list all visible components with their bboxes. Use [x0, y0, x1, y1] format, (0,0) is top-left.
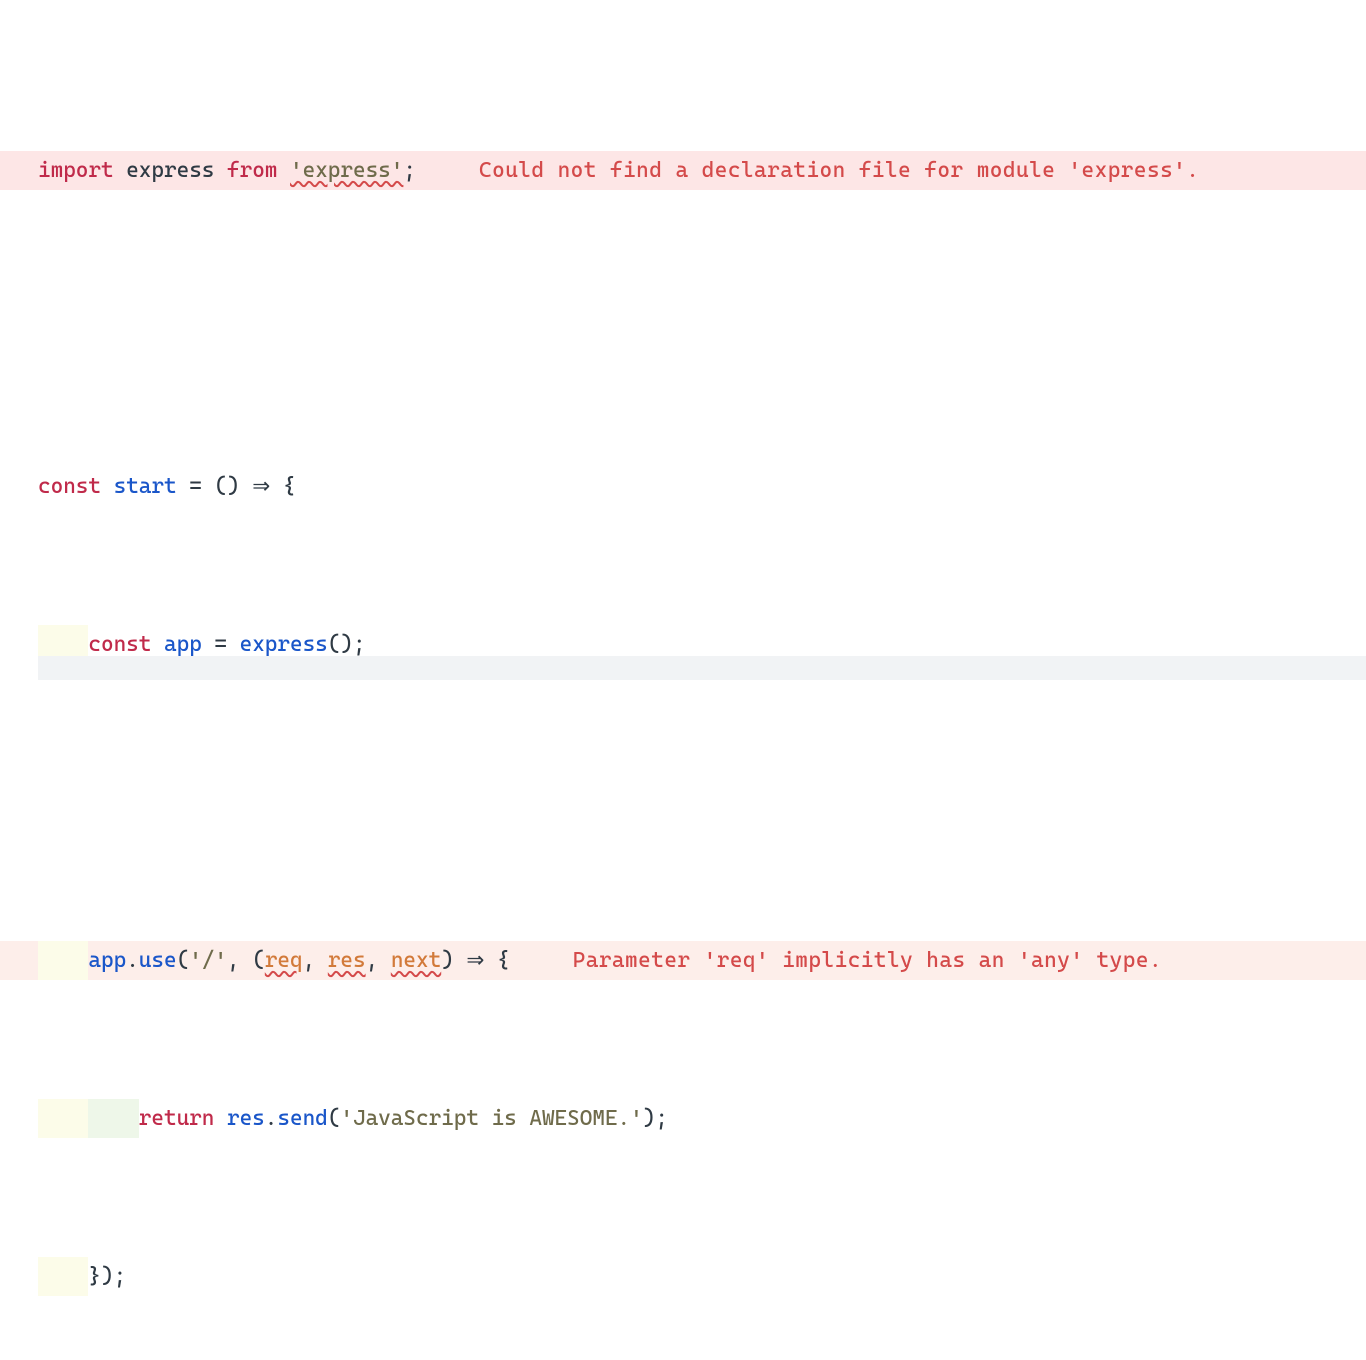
brace-open: {	[283, 474, 296, 499]
arrow: ⇒	[240, 474, 283, 499]
code-line: return res.send('JavaScript is AWESOME.'…	[38, 1099, 1366, 1139]
identifier-res: res	[227, 1106, 265, 1131]
identifier-app: app	[88, 948, 126, 973]
identifier-app: app	[164, 632, 202, 657]
code-editor[interactable]: import express from 'express'; Could not…	[0, 0, 1366, 1360]
keyword-import: import	[38, 158, 114, 183]
status-bar	[38, 656, 1366, 680]
error-message: Could not find a declaration file for mo…	[479, 158, 1199, 183]
method-use: use	[139, 948, 177, 973]
identifier-start: start	[114, 474, 177, 499]
param-req: req	[265, 948, 303, 973]
string-route: '/'	[189, 948, 227, 973]
keyword-return: return	[139, 1106, 215, 1131]
string-send-arg: 'JavaScript is AWESOME.'	[340, 1106, 642, 1131]
error-message: Parameter 'req' implicitly has an 'any' …	[573, 948, 1162, 973]
method-send: send	[277, 1106, 327, 1131]
keyword-const: const	[88, 632, 151, 657]
identifier-express: express	[126, 158, 214, 183]
string-express-module: 'express'	[290, 158, 403, 183]
fn-express: express	[240, 632, 328, 657]
code-line	[38, 783, 1366, 823]
code-line: app.use('/', (req, res, next) ⇒ { Parame…	[0, 941, 1366, 981]
code-line: import express from 'express'; Could not…	[0, 151, 1366, 191]
keyword-const: const	[38, 474, 101, 499]
paren-close: )	[227, 474, 240, 499]
code-line: });	[38, 1257, 1366, 1297]
code-line: const start = () ⇒ {	[38, 467, 1366, 507]
paren-open: (	[214, 474, 227, 499]
param-res: res	[328, 948, 366, 973]
param-next: next	[391, 948, 441, 973]
keyword-from: from	[227, 158, 277, 183]
semicolon: ;	[403, 158, 416, 183]
code-line	[38, 309, 1366, 349]
